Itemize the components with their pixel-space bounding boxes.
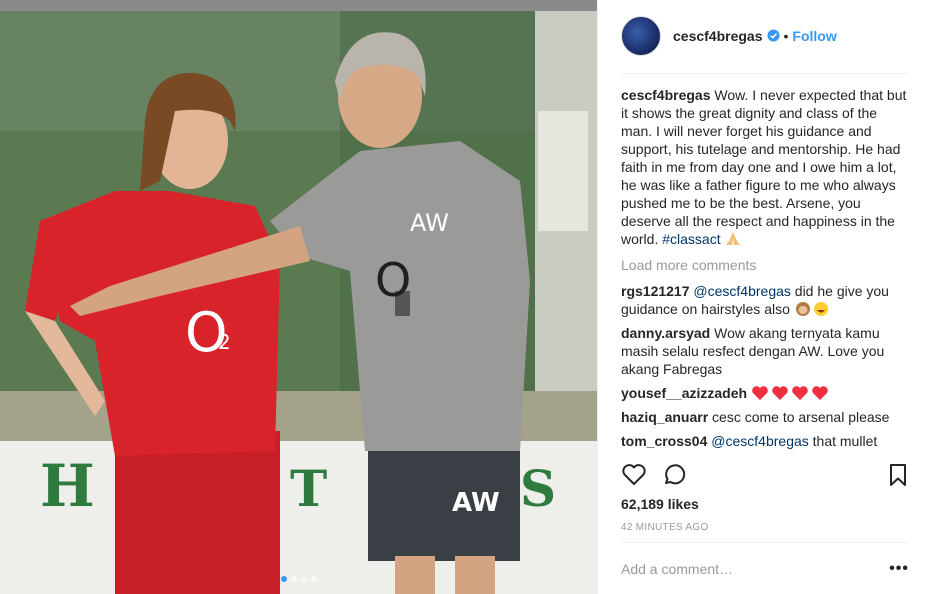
more-icon[interactable]: •••: [889, 560, 909, 578]
comment-username[interactable]: rgs121217: [621, 283, 690, 299]
comment-username[interactable]: haziq_anuarr: [621, 409, 708, 425]
caption: cescf4bregas Wow. I never expected that …: [621, 86, 911, 248]
caption-username[interactable]: cescf4bregas: [621, 87, 711, 103]
monkey-icon: [795, 302, 810, 316]
comment-input[interactable]: [621, 560, 861, 577]
player-right-sponsor: O: [375, 253, 411, 307]
heart-icon[interactable]: [621, 462, 647, 488]
header-separator: •: [783, 27, 789, 44]
laughing-face-icon: [813, 302, 828, 316]
carousel-dot[interactable]: [280, 576, 287, 582]
caption-text: Wow. I never expected that but it shows …: [621, 87, 907, 247]
action-bar: [621, 462, 909, 492]
bookmark-icon[interactable]: [885, 462, 911, 488]
comment-text: cesc come to arsenal please: [712, 409, 890, 425]
banner-letter-s: S: [520, 459, 556, 518]
add-comment-bar: •••: [621, 542, 909, 594]
photo-top-strip: [0, 0, 597, 11]
list-item: tom_cross04 @cescf4bregas that mullet: [621, 432, 911, 450]
list-item: yousef__azizzadeh: [621, 384, 911, 402]
post-photo[interactable]: H T S O 2 O AW AW: [0, 0, 598, 594]
comment-text: that mullet: [808, 433, 878, 449]
likes-count[interactable]: 62,189 likes: [621, 496, 699, 512]
header-username[interactable]: cescf4bregas: [673, 28, 763, 44]
post-side-panel: cescf4bregas • Follow cescf4bregas Wow. …: [599, 0, 928, 594]
verified-badge-icon: [766, 29, 780, 42]
timestamp[interactable]: 42 MINUTES AGO: [621, 522, 709, 533]
banner-letter-t: T: [290, 459, 327, 518]
comment-username[interactable]: tom_cross04: [621, 433, 707, 449]
praying-hands-icon: [726, 232, 741, 245]
comments-list[interactable]: cescf4bregas Wow. I never expected that …: [621, 86, 911, 456]
carousel-indicator: [0, 576, 597, 582]
comment-mention[interactable]: @cescf4bregas: [711, 433, 808, 449]
hearts-icon: [752, 386, 828, 400]
player-right-initials: AW: [410, 209, 449, 237]
load-more-comments[interactable]: Load more comments: [621, 256, 911, 274]
comment-username[interactable]: danny.arsyad: [621, 325, 710, 341]
carousel-dot[interactable]: [310, 576, 317, 582]
player-left-sponsor-2: 2: [218, 330, 231, 354]
post-header: cescf4bregas • Follow: [621, 15, 909, 74]
carousel-dot[interactable]: [290, 576, 297, 582]
follow-button[interactable]: Follow: [792, 28, 836, 44]
comment-mention[interactable]: @cescf4bregas: [693, 283, 790, 299]
list-item: rgs121217 @cescf4bregas did he give you …: [621, 282, 911, 318]
shorts-initials: AW: [452, 488, 500, 518]
photo-illustration: H T S O 2 O AW AW: [0, 11, 597, 594]
avatar[interactable]: [621, 15, 661, 56]
comment-icon[interactable]: [661, 462, 687, 488]
list-item: danny.arsyad Wow akang ternyata kamu mas…: [621, 324, 911, 378]
carousel-dot[interactable]: [300, 576, 307, 582]
comment-username[interactable]: yousef__azizzadeh: [621, 385, 747, 401]
banner-letter-h: H: [40, 452, 95, 520]
list-item: haziq_anuarr cesc come to arsenal please: [621, 408, 911, 426]
caption-hashtag[interactable]: #classact: [662, 231, 720, 247]
